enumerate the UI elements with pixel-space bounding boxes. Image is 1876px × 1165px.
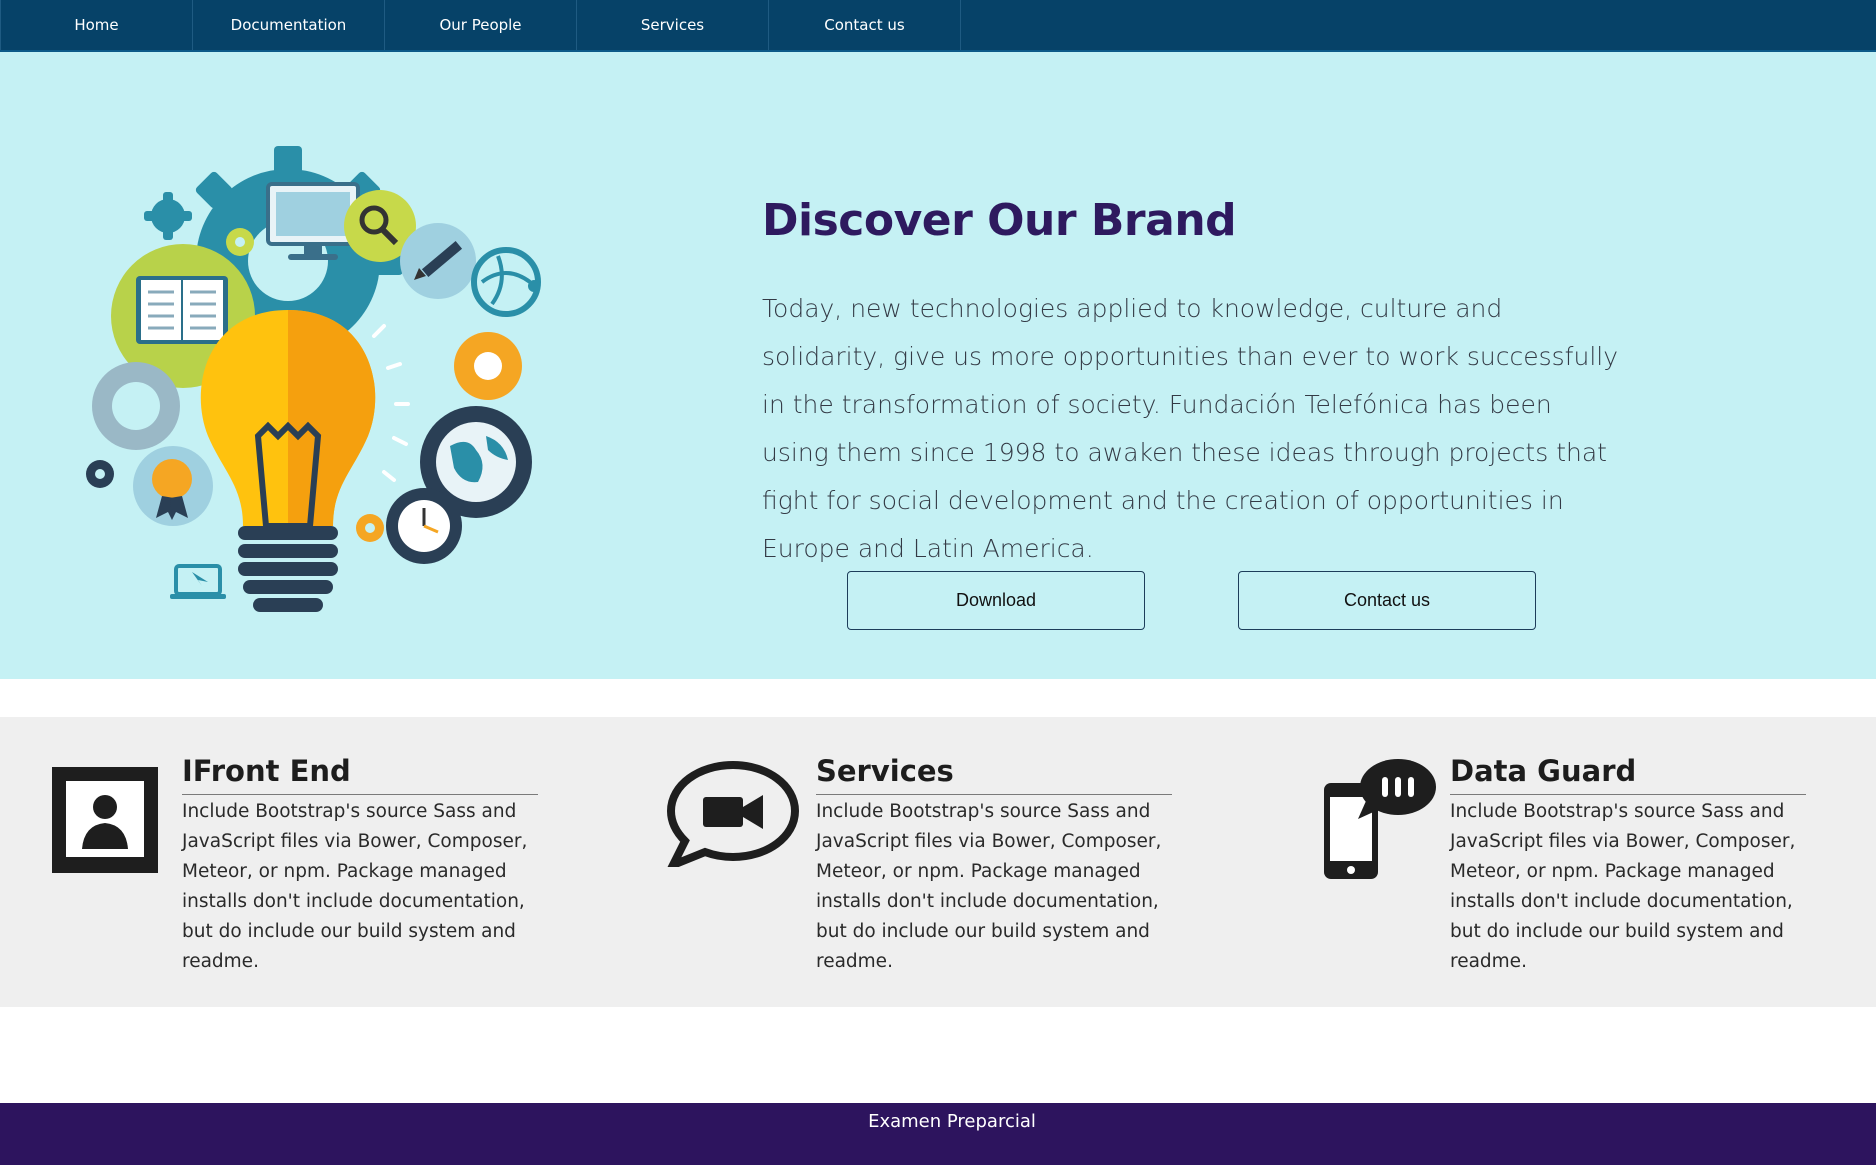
laptop-icon: [170, 564, 226, 599]
feature-divider: [816, 794, 1172, 795]
orange-gear-icon: [454, 332, 522, 400]
download-button[interactable]: Download: [847, 571, 1145, 630]
feature-title-data-guard: Data Guard: [1450, 754, 1637, 788]
clock-icon: [386, 488, 462, 564]
feature-divider: [182, 794, 538, 795]
contact-us-button[interactable]: Contact us: [1238, 571, 1536, 630]
hero-title: Discover Our Brand: [762, 195, 1237, 246]
portrait-frame-icon: [52, 767, 158, 873]
dark-gear-icon: [86, 460, 114, 488]
hero-section: Discover Our Brand Today, new technologi…: [0, 52, 1876, 679]
medal-icon: [133, 446, 213, 526]
nav-item-home[interactable]: Home: [0, 0, 193, 50]
feature-divider: [1450, 794, 1806, 795]
nav-item-documentation[interactable]: Documentation: [193, 0, 385, 50]
nav-item-contact-us[interactable]: Contact us: [769, 0, 961, 50]
phone-message-icon: [1324, 759, 1436, 879]
pencil-icon: [400, 223, 476, 299]
top-navigation: Home Documentation Our People Services C…: [0, 0, 1876, 52]
hero-description: Today, new technologies applied to knowl…: [762, 294, 1619, 563]
gray-gear-icon: [92, 362, 180, 450]
lightbulb-gears-illustration: [86, 146, 541, 612]
feature-text-services: Include Bootstrap's source Sass and Java…: [816, 801, 1162, 972]
feature-text-front-end: Include Bootstrap's source Sass and Java…: [182, 801, 528, 972]
network-globe-icon: [471, 247, 541, 317]
feature-text-data-guard: Include Bootstrap's source Sass and Java…: [1450, 801, 1796, 972]
feature-title-front-end: IFront End: [182, 754, 351, 788]
nav-item-our-people[interactable]: Our People: [385, 0, 577, 50]
small-gear-icon: [144, 192, 192, 240]
yellow-gear-icon: [356, 514, 384, 542]
lightbulb-icon: [200, 310, 376, 612]
video-chat-bubble-icon: [667, 761, 799, 867]
nav-item-services[interactable]: Services: [577, 0, 769, 50]
footer-text: Examen Preparcial: [868, 1111, 1036, 1132]
footer: Examen Preparcial: [0, 1103, 1876, 1165]
features-section: IFront End Include Bootstrap's source Sa…: [0, 717, 1876, 1007]
feature-title-services: Services: [816, 754, 954, 788]
